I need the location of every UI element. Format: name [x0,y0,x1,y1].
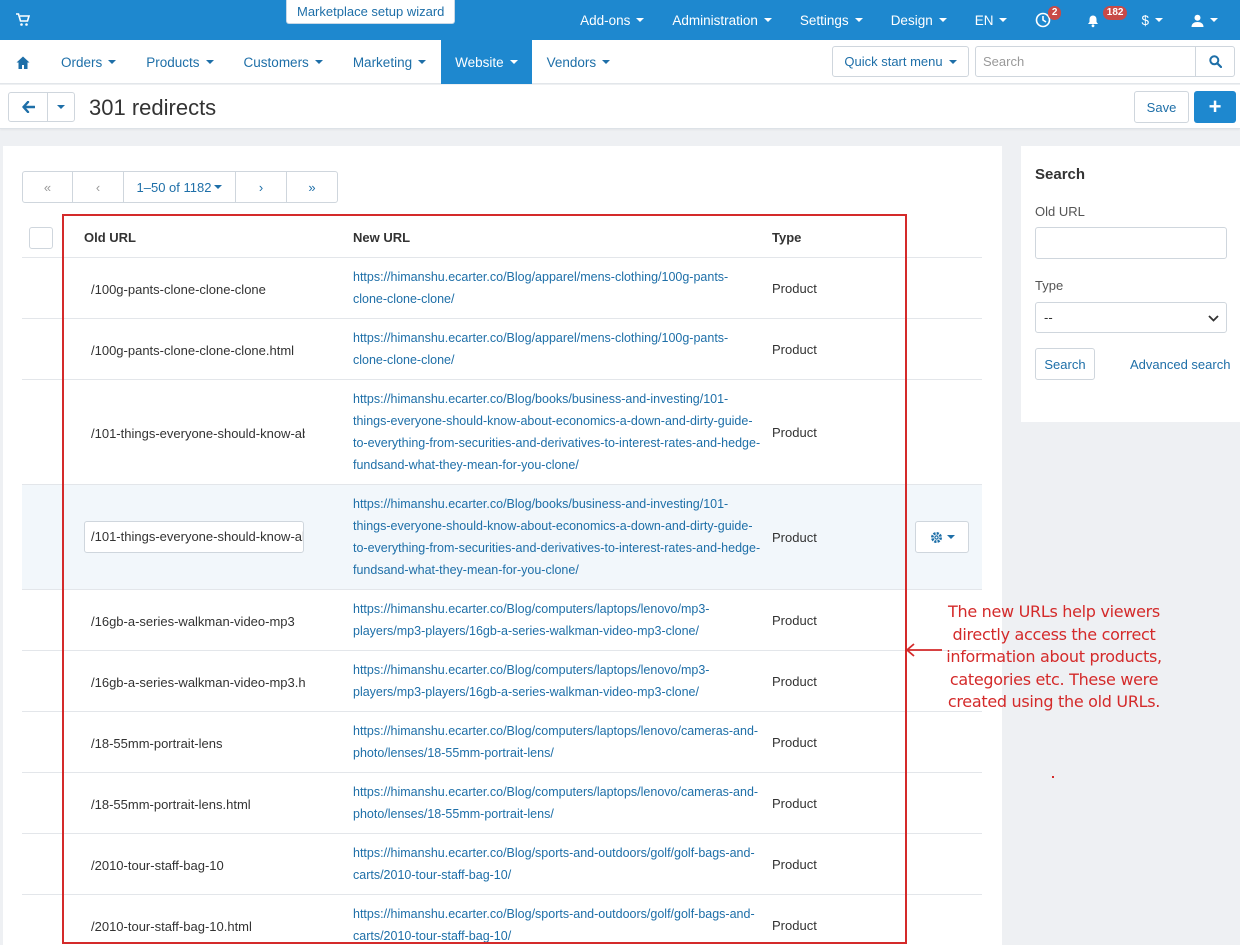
caret-down-icon [1210,18,1218,22]
topnav-user[interactable] [1177,0,1240,40]
annotation-text: The new URLs help viewers directly acces… [946,602,1162,711]
back-button[interactable] [8,92,48,122]
topnav-design-label: Design [890,12,933,28]
topnav-addons[interactable]: Add-ons [566,0,658,40]
pagination: « ‹ 1–50 of 1182 › » [22,171,338,203]
topnav-currency-label: $ [1141,12,1149,28]
old-url-filter-input[interactable] [1035,227,1227,259]
caret-down-icon [602,60,611,64]
pager-next-button[interactable]: › [236,172,287,202]
nav-home[interactable] [0,40,46,84]
type-filter-value: -- [1044,310,1053,325]
add-redirect-button[interactable]: + [1194,91,1236,123]
nav-website-label: Website [455,54,504,70]
nav-orders-label: Orders [61,54,103,70]
top-nav: Add-ons Administration Settings Design E… [566,0,1240,40]
back-dropdown-button[interactable] [47,92,75,122]
search-icon [1208,55,1222,68]
type-filter-label: Type [1035,278,1064,293]
annotation-highlight-box [62,214,907,944]
caret-down-icon [509,60,518,64]
topnav-currency[interactable]: $ [1127,0,1177,40]
user-icon [1191,14,1204,27]
bell-icon [1088,15,1099,28]
topnav-language-label: EN [974,12,994,28]
home-icon [16,56,30,69]
pager-prev-button[interactable]: ‹ [73,172,124,202]
nav-customers-label: Customers [243,54,309,70]
old-url-filter-label: Old URL [1035,204,1085,219]
topnav-addons-label: Add-ons [580,12,631,28]
nav-marketing-label: Marketing [352,54,413,70]
annotation-dot [1052,776,1054,778]
pager-range-label: 1–50 of 1182 [136,179,212,195]
global-search-input[interactable] [976,47,1194,76]
main-nav: Orders Products Customers Marketing Webs… [0,40,1240,84]
topnav-settings[interactable]: Settings [786,0,877,40]
nav-vendors-label: Vendors [546,54,597,70]
title-bar: 301 redirects Save + [0,85,1240,129]
marketplace-setup-wizard-button[interactable]: Marketplace setup wizard [286,0,456,24]
search-sidebar: Search Old URL Type -- Search Advanced s… [1021,146,1240,422]
caret-down-icon [57,105,65,109]
cart-icon[interactable] [16,13,30,27]
nav-vendors[interactable]: Vendors [532,40,626,84]
type-filter-select[interactable]: -- [1035,302,1227,333]
caret-down-icon [854,18,863,22]
arrow-left-icon [21,101,35,113]
global-search [975,46,1235,77]
sidebar-search-button[interactable]: Search [1035,348,1095,380]
nav-orders[interactable]: Orders [46,40,131,84]
caret-down-icon [938,18,947,22]
page-title: 301 redirects [89,95,217,120]
gear-icon [930,531,942,543]
sidebar-title: Search [1035,166,1086,183]
topnav-updates[interactable]: 2 [1021,0,1071,40]
nav-marketing[interactable]: Marketing [338,40,441,84]
updates-badge: 2 [1047,6,1062,20]
caret-down-icon [214,185,223,189]
caret-down-icon [999,18,1008,22]
nav-products[interactable]: Products [131,40,228,84]
pager-last-button[interactable]: » [287,172,337,202]
topnav-administration-label: Administration [672,12,758,28]
notifications-badge: 182 [1102,6,1128,20]
select-all-checkbox[interactable] [29,227,53,249]
global-search-button[interactable] [1195,47,1234,76]
topnav-language[interactable]: EN [961,0,1022,40]
caret-down-icon [1155,18,1163,22]
pager-first-button[interactable]: « [23,172,73,202]
caret-down-icon [205,60,214,64]
topnav-notifications[interactable]: 182 [1071,0,1128,40]
row-settings-button[interactable] [915,521,969,553]
nav-website[interactable]: Website [441,40,532,84]
advanced-search-link[interactable]: Advanced search [1130,357,1230,372]
topnav-settings-label: Settings [799,12,849,28]
caret-down-icon [948,59,957,64]
caret-down-icon [946,535,955,539]
save-button[interactable]: Save [1134,91,1189,123]
quick-start-menu-button[interactable]: Quick start menu [832,46,969,77]
top-bar: Marketplace setup wizard Add-ons Adminis… [0,0,1240,40]
topnav-design[interactable]: Design [877,0,961,40]
quick-start-menu-label: Quick start menu [844,54,943,69]
caret-down-icon [418,60,427,64]
main-nav-items: Orders Products Customers Marketing Webs… [0,40,625,84]
caret-down-icon [763,18,772,22]
pager-range-dropdown[interactable]: 1–50 of 1182 [124,172,236,202]
caret-down-icon [636,18,645,22]
caret-down-icon [108,60,117,64]
plus-icon: + [1208,94,1222,119]
nav-customers[interactable]: Customers [229,40,338,84]
nav-products-label: Products [146,54,200,70]
chevron-down-icon [1208,315,1219,322]
topnav-administration[interactable]: Administration [658,0,786,40]
caret-down-icon [314,60,323,64]
